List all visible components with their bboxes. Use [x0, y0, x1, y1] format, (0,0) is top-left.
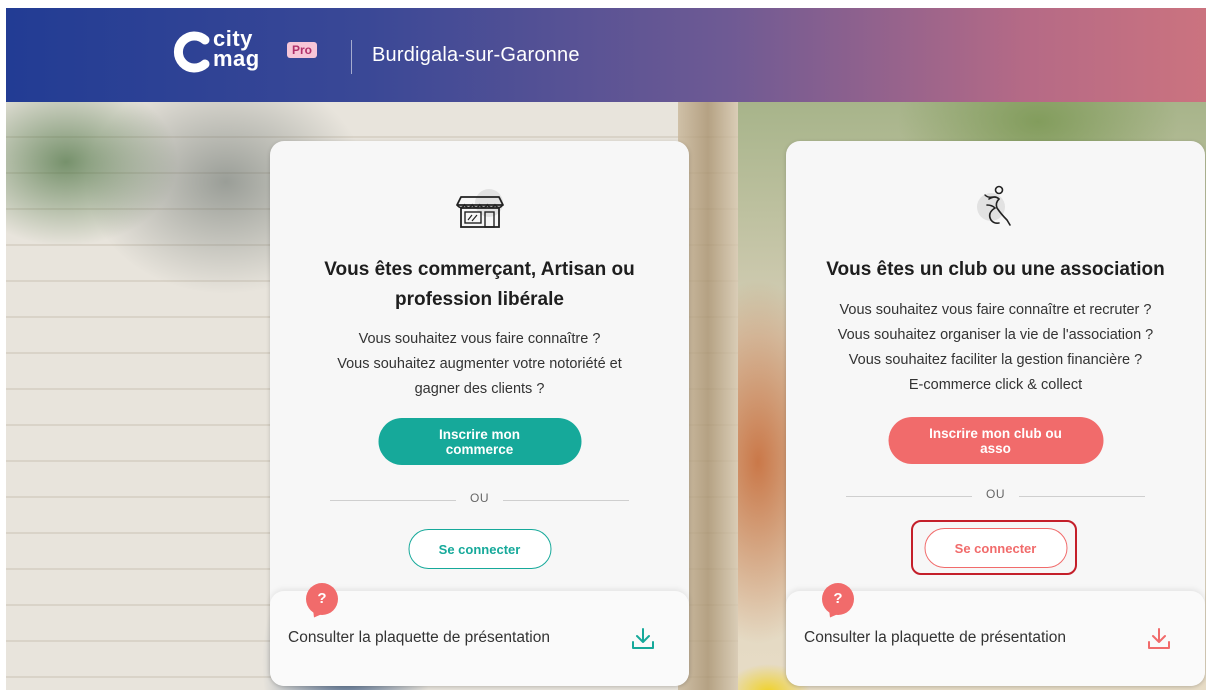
help-bubble-icon[interactable]: ? — [822, 583, 854, 615]
merchant-card-description: Vous souhaitez vous faire connaître ? Vo… — [280, 327, 679, 402]
or-label: OU — [470, 491, 489, 505]
merchant-desc-line: Vous souhaitez augmenter votre notoriété… — [337, 356, 622, 372]
citymag-c-icon — [173, 31, 210, 73]
shop-icon — [455, 189, 504, 228]
download-icon[interactable] — [629, 625, 657, 653]
or-divider: OU — [846, 487, 1145, 507]
merchant-desc-line: gagner des clients ? — [414, 381, 545, 397]
register-club-button[interactable]: Inscrire mon club ou asso — [888, 417, 1103, 464]
or-line-left — [846, 496, 972, 497]
club-brochure-label[interactable]: Consulter la plaquette de présentation — [804, 629, 1066, 647]
club-desc-line: Vous souhaitez faciliter la gestion fina… — [848, 352, 1143, 368]
merchant-brochure-label[interactable]: Consulter la plaquette de présentation — [288, 629, 550, 647]
club-brochure-panel: ? Consulter la plaquette de présentation — [786, 583, 1205, 686]
header-divider — [351, 40, 352, 74]
logo-mag-text: mag — [213, 46, 260, 71]
merchant-desc-line: Vous souhaitez vous faire connaître ? — [358, 331, 601, 347]
download-icon[interactable] — [1145, 625, 1173, 653]
merchant-title-line1: Vous êtes commerçant, Artisan ou — [324, 259, 635, 280]
runner-icon — [976, 185, 1011, 226]
citymag-logo[interactable]: city mag Pro — [172, 28, 318, 80]
club-desc-line: E-commerce click & collect — [908, 377, 1083, 393]
club-card-title: Vous êtes un club ou une association — [826, 259, 1165, 280]
login-highlight-annotation — [911, 520, 1077, 575]
club-desc-line: Vous souhaitez organiser la vie de l'ass… — [837, 327, 1154, 343]
club-desc-line: Vous souhaitez vous faire connaître et r… — [839, 302, 1152, 318]
merchant-card: Vous êtes commerçant, Artisan ou profess… — [270, 141, 689, 686]
or-line-left — [330, 500, 456, 501]
or-divider: OU — [330, 491, 629, 511]
merchant-login-button[interactable]: Se connecter — [408, 529, 551, 569]
merchant-title-line2: profession libérale — [395, 289, 564, 310]
logo-pro-badge: Pro — [287, 42, 318, 58]
register-shop-button[interactable]: Inscrire mon commerce — [378, 418, 581, 465]
merchant-brochure-panel: ? Consulter la plaquette de présentation — [270, 583, 689, 686]
or-line-right — [503, 500, 629, 501]
city-name: Burdigala-sur-Garonne — [372, 44, 580, 66]
club-card-description: Vous souhaitez vous faire connaître et r… — [796, 298, 1195, 398]
club-card: Vous êtes un club ou une association Vou… — [786, 141, 1205, 686]
top-header: city mag Pro Burdigala-sur-Garonne — [6, 8, 1206, 102]
or-label: OU — [986, 487, 1005, 501]
help-bubble-icon[interactable]: ? — [306, 583, 338, 615]
merchant-card-title: Vous êtes commerçant, Artisan ou profess… — [290, 255, 669, 315]
or-line-right — [1019, 496, 1145, 497]
